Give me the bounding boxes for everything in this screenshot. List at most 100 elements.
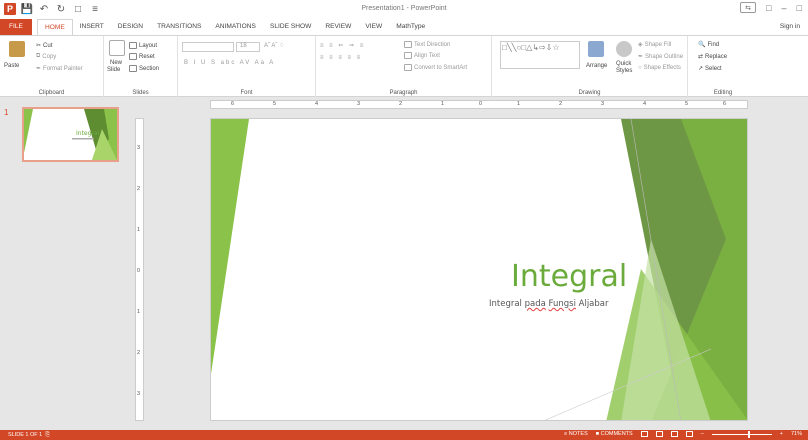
arrange-icon[interactable] — [588, 41, 604, 57]
font-name-box[interactable] — [182, 42, 234, 52]
thumbnail-title: Integral — [76, 130, 100, 137]
format-painter-label: Format Painter — [43, 65, 83, 72]
tab-view[interactable]: VIEW — [358, 19, 389, 35]
comments-button[interactable]: ■ COMMENTS — [596, 431, 633, 437]
zoom-in-icon[interactable]: + — [780, 431, 783, 437]
convert-smartart-button[interactable]: Convert to SmartArt — [404, 64, 467, 71]
shapes-gallery[interactable]: □╲╲○□△↳⇨⇩☆ — [500, 41, 580, 69]
slides-group: New Slide Layout Reset Section Slides — [104, 36, 178, 98]
shape-fill-label: Shape Fill — [644, 41, 672, 48]
copy-button[interactable]: ⧉ Copy — [36, 53, 56, 60]
ribbon-display-options-icon[interactable]: ⇆ — [740, 2, 757, 13]
shape-fill-button[interactable]: ◈ Shape Fill — [638, 41, 672, 49]
tab-insert[interactable]: INSERT — [73, 19, 111, 35]
slide-thumbnail-1[interactable]: Integral — [22, 107, 119, 162]
paste-button[interactable]: Paste — [4, 63, 19, 69]
ribbon-tabs: FILE HOME INSERT DESIGN TRANSITIONS ANIM… — [0, 18, 808, 36]
align-text-button[interactable]: Align Text — [404, 52, 440, 59]
editing-label: Editing — [713, 90, 733, 96]
shape-outline-icon: ✒ — [638, 54, 644, 60]
convert-smartart-label: Convert to SmartArt — [414, 64, 468, 71]
cut-button[interactable]: ✂ Cut — [36, 42, 52, 50]
new-slide-label2[interactable]: Slide — [107, 67, 120, 73]
new-slide-icon[interactable] — [109, 40, 125, 56]
slide-background-shapes — [211, 119, 747, 420]
tab-animations[interactable]: ANIMATIONS — [208, 19, 263, 35]
sign-in-link[interactable]: Sign in — [780, 23, 800, 30]
zoom-level[interactable]: 71% — [791, 431, 802, 437]
tab-home[interactable]: HOME — [36, 18, 73, 36]
tab-file[interactable]: FILE — [0, 19, 32, 35]
text-direction-button[interactable]: Text Direction — [404, 41, 450, 48]
subtitle-spell-word: pada — [524, 299, 546, 309]
editing-group: 🔍 Find ⇄ Replace ↗ Select Editing — [688, 36, 758, 98]
quick-styles-label2[interactable]: Styles — [616, 68, 632, 74]
font-grow-shrink[interactable]: Aˆ Aˇ ♢ — [264, 42, 284, 49]
slide-title[interactable]: Integral — [511, 259, 627, 294]
status-bar: SLIDE 1 OF 1 ⎘ ≡ NOTES ■ COMMENTS – + 71… — [0, 430, 808, 440]
reading-view-icon[interactable] — [670, 431, 678, 437]
ruler-tick-label: 3 — [137, 391, 141, 397]
ruler-tick-label: 2 — [399, 101, 403, 107]
thumbnail-slide-number: 1 — [4, 108, 9, 117]
spell-check-icon[interactable]: ⎘ — [45, 432, 49, 438]
horizontal-ruler: 6 5 4 3 2 1 0 1 2 3 4 5 6 — [210, 100, 748, 109]
paste-icon[interactable] — [9, 41, 25, 57]
tab-transitions[interactable]: TRANSITIONS — [150, 19, 208, 35]
tab-mathtype[interactable]: MathType — [389, 19, 432, 35]
layout-button[interactable]: Layout — [129, 42, 157, 49]
replace-button[interactable]: ⇄ Replace — [698, 53, 728, 61]
drawing-group: □╲╲○□△↳⇨⇩☆ Arrange Quick Styles ◈ Shape F… — [492, 36, 688, 98]
clipboard-group: Paste ✂ Cut ⧉ Copy ✒ Format Painter Clipboa… — [0, 36, 104, 98]
subtitle-part: Aljabar — [575, 299, 609, 309]
ruler-tick-label: 6 — [723, 101, 727, 107]
zoom-out-icon[interactable]: – — [701, 431, 704, 437]
status-right-controls: ≡ NOTES ■ COMMENTS – + 71% — [564, 430, 802, 438]
zoom-slider[interactable] — [711, 430, 772, 438]
replace-label: Replace — [705, 53, 728, 60]
shape-fill-icon: ◈ — [638, 42, 643, 48]
normal-view-icon[interactable] — [640, 431, 648, 437]
thumbnail-graphic: Integral — [24, 109, 117, 160]
slide-canvas[interactable]: Integral Integral pada Fungsi Aljabar — [210, 118, 748, 421]
ruler-tick-label: 1 — [137, 227, 141, 233]
shape-effects-label: Shape Effects — [643, 65, 681, 71]
find-button[interactable]: 🔍 Find — [698, 41, 719, 49]
cut-icon: ✂ — [36, 43, 42, 49]
align-buttons[interactable]: ≡ ≡ ≡ ≡ ≡ — [320, 55, 362, 61]
slide-count-label: SLIDE 1 OF 1 — [8, 432, 43, 438]
quick-styles-label[interactable]: Quick — [616, 61, 631, 67]
font-format-buttons[interactable]: B I U S abc AV Aa A — [184, 60, 275, 66]
restore-ribbon-icon[interactable]: □ — [766, 3, 771, 13]
shape-outline-button[interactable]: ✒ Shape Outline — [638, 53, 683, 61]
ruler-tick-label: 0 — [137, 268, 141, 274]
tab-design[interactable]: DESIGN — [111, 19, 150, 35]
font-size-box[interactable]: 18 — [236, 42, 260, 52]
tab-review[interactable]: REVIEW — [318, 19, 358, 35]
text-direction-label: Text Direction — [414, 41, 451, 48]
select-button[interactable]: ↗ Select — [698, 65, 722, 73]
quick-styles-icon[interactable] — [616, 41, 632, 57]
section-button[interactable]: Section — [129, 65, 159, 72]
reset-button[interactable]: Reset — [129, 53, 155, 60]
format-painter-button[interactable]: ✒ Format Painter — [36, 65, 83, 73]
slide-sorter-icon[interactable] — [655, 431, 663, 437]
minimize-icon[interactable]: – — [782, 3, 787, 13]
arrange-label[interactable]: Arrange — [586, 63, 607, 69]
tab-slide-show[interactable]: SLIDE SHOW — [263, 19, 318, 35]
shape-effects-button[interactable]: ○ Shape Effects — [638, 65, 681, 71]
copy-icon: ⧉ — [36, 53, 41, 59]
maximize-icon[interactable]: □ — [797, 3, 802, 13]
slideshow-view-icon[interactable] — [685, 431, 693, 437]
list-buttons[interactable]: ≡ ≡ ⇐ ⇒ ≡ — [320, 42, 365, 49]
zoom-slider-thumb[interactable] — [747, 430, 750, 438]
new-slide-label[interactable]: New — [110, 60, 122, 66]
font-label: Font — [240, 90, 253, 96]
notes-button[interactable]: ≡ NOTES — [564, 431, 588, 437]
ruler-tick-label: 5 — [685, 101, 689, 107]
slide-subtitle[interactable]: Integral pada Fungsi Aljabar — [489, 299, 609, 309]
ruler-tick-label: 3 — [137, 145, 141, 151]
drawing-label: Drawing — [578, 90, 601, 96]
layout-icon — [129, 42, 137, 49]
slides-label: Slides — [132, 90, 149, 96]
